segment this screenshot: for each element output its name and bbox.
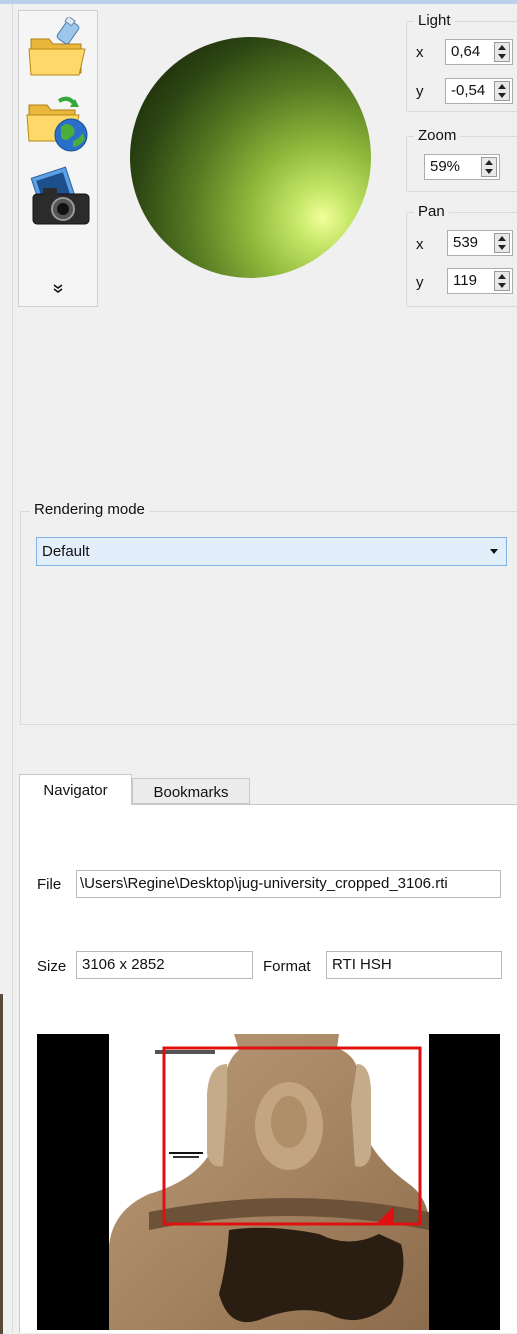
format-label: Format [263,958,311,975]
window-top-strip [0,0,517,4]
zoom-value: 59% [430,158,461,175]
light-group-title: Light [414,12,455,29]
pan-y-spinbox[interactable]: 119 [447,268,513,294]
pan-y-spin-arrows[interactable] [494,271,510,291]
thumbnail-image [109,1034,429,1330]
zoom-spinbox[interactable]: 59% [424,154,500,180]
pan-y-label: y [416,274,424,291]
light-y-value: -0,54 [451,82,486,99]
size-field[interactable]: 3106 x 2852 [76,951,253,979]
side-toolbar [18,10,98,307]
open-folder-icon [28,15,86,76]
light-x-spinbox[interactable]: 0,64 [445,39,513,65]
tab-bookmarks-label: Bookmarks [153,784,229,801]
pan-group-title: Pan [414,203,449,220]
chevron-down-icon [490,549,498,554]
folder-globe-icon [26,96,88,152]
zoom-spin-arrows[interactable] [481,157,497,177]
light-x-label: x [416,44,424,61]
light-y-label: y [416,83,424,100]
light-y-spin-arrows[interactable] [494,81,510,101]
pan-y-value: 119 [453,272,477,289]
rendering-mode-title: Rendering mode [30,501,149,518]
camera-icon [30,166,90,225]
left-edge-image-slice [0,994,3,1334]
rendering-mode-value: Default [42,543,90,560]
navigator-thumbnail[interactable] [37,1034,500,1330]
file-label: File [37,876,62,893]
pan-x-value: 539 [453,234,479,251]
more-tools-button[interactable] [19,283,97,297]
zoom-group-title: Zoom [414,127,461,144]
left-edge-panel [0,4,13,1334]
pan-x-spinbox[interactable]: 539 [447,230,513,256]
light-direction-sphere[interactable] [130,37,371,278]
open-file-button[interactable] [25,15,91,79]
file-path-field[interactable]: \Users\Regine\Desktop\jug-university_cro… [76,870,501,898]
tab-navigator[interactable]: Navigator [19,774,132,805]
open-remote-button[interactable] [25,91,91,153]
snapshot-button[interactable] [25,166,91,228]
light-x-spin-arrows[interactable] [494,42,510,62]
tab-bookmarks[interactable]: Bookmarks [132,778,250,804]
light-y-spinbox[interactable]: -0,54 [445,78,513,104]
rendering-mode-select[interactable]: Default [36,537,507,566]
pan-x-label: x [416,236,424,253]
tab-navigator-label: Navigator [43,782,108,799]
jug-image [109,1034,429,1330]
pan-x-spin-arrows[interactable] [494,233,510,253]
format-field[interactable]: RTI HSH [326,951,502,979]
size-label: Size [37,958,67,975]
light-x-value: 0,64 [451,43,481,60]
chevron-double-down-icon [53,284,63,293]
